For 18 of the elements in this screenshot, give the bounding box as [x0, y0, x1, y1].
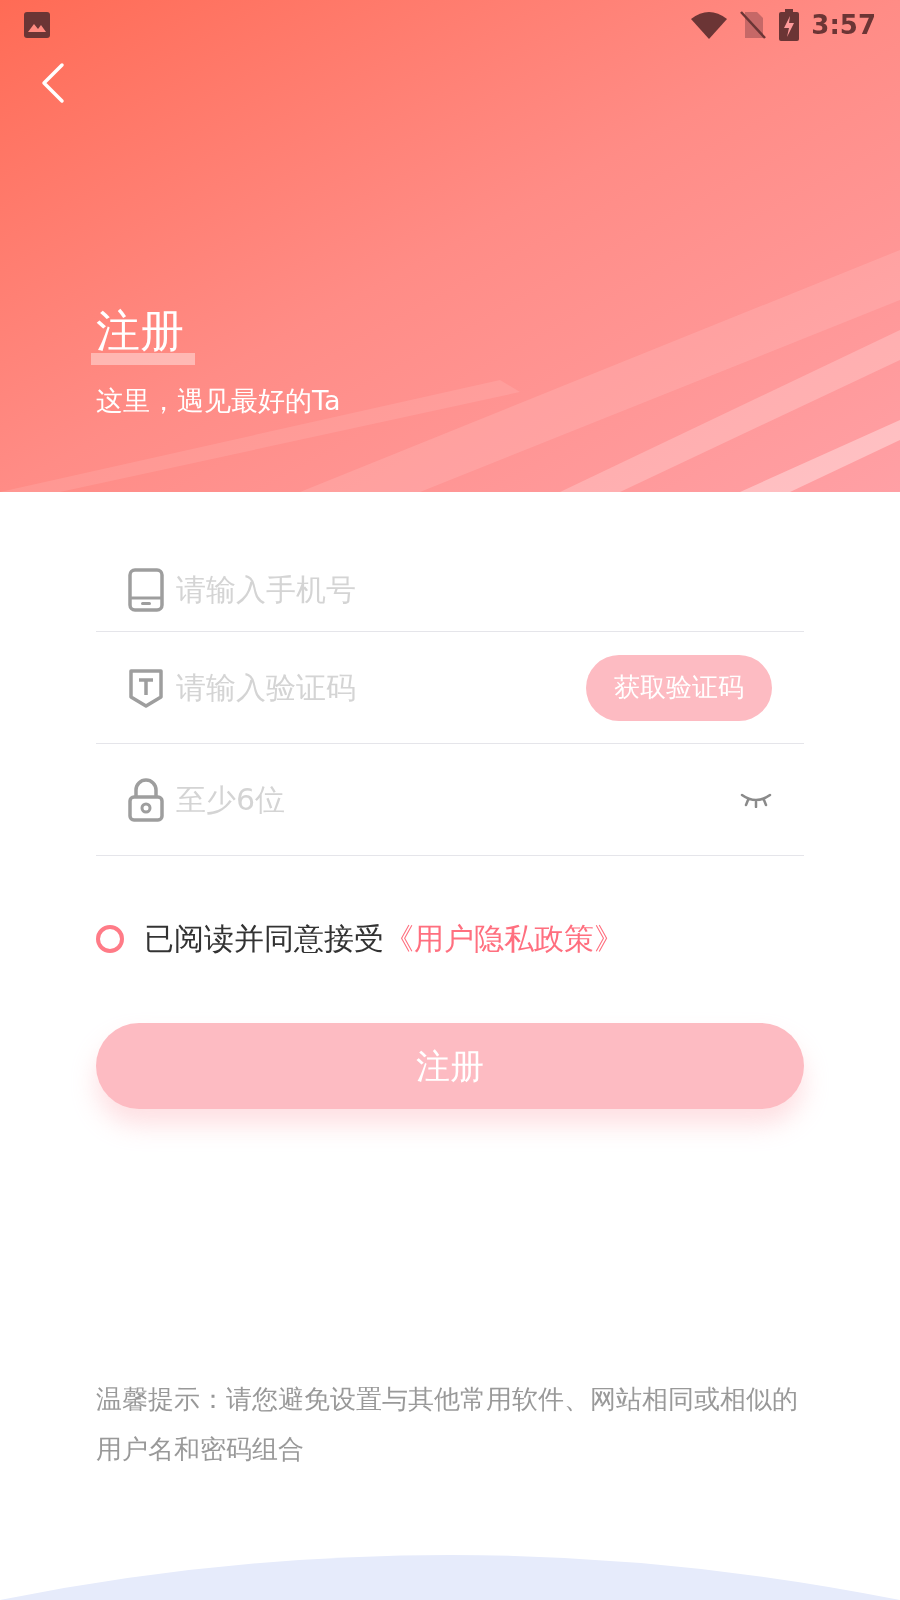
- no-sim-icon: [739, 10, 768, 40]
- page-title: 注册: [96, 309, 184, 353]
- shield-icon: [128, 666, 164, 709]
- wifi-icon: [691, 11, 728, 39]
- lock-icon: [128, 777, 164, 822]
- battery-charging-icon: [779, 9, 800, 41]
- tip-text: 温馨提示：请您避免设置与其他常用软件、网站相同或相似的用户名和密码组合: [95, 1383, 799, 1466]
- phone-icon: [128, 567, 164, 612]
- status-time: 3:57: [811, 8, 876, 42]
- register-button[interactable]: 注册: [96, 1023, 804, 1109]
- closed-eye-icon[interactable]: [740, 791, 772, 808]
- get-code-button[interactable]: 获取验证码: [586, 654, 772, 721]
- back-icon[interactable]: [40, 62, 66, 104]
- image-icon: [24, 12, 50, 38]
- agreement-radio[interactable]: [96, 924, 124, 953]
- page-subtitle: 这里，遇见最好的Ta: [96, 384, 341, 418]
- privacy-policy-link[interactable]: 《用户隐私政策》: [384, 921, 624, 956]
- agreement-text: 已阅读并同意接受《用户隐私政策》: [144, 920, 624, 958]
